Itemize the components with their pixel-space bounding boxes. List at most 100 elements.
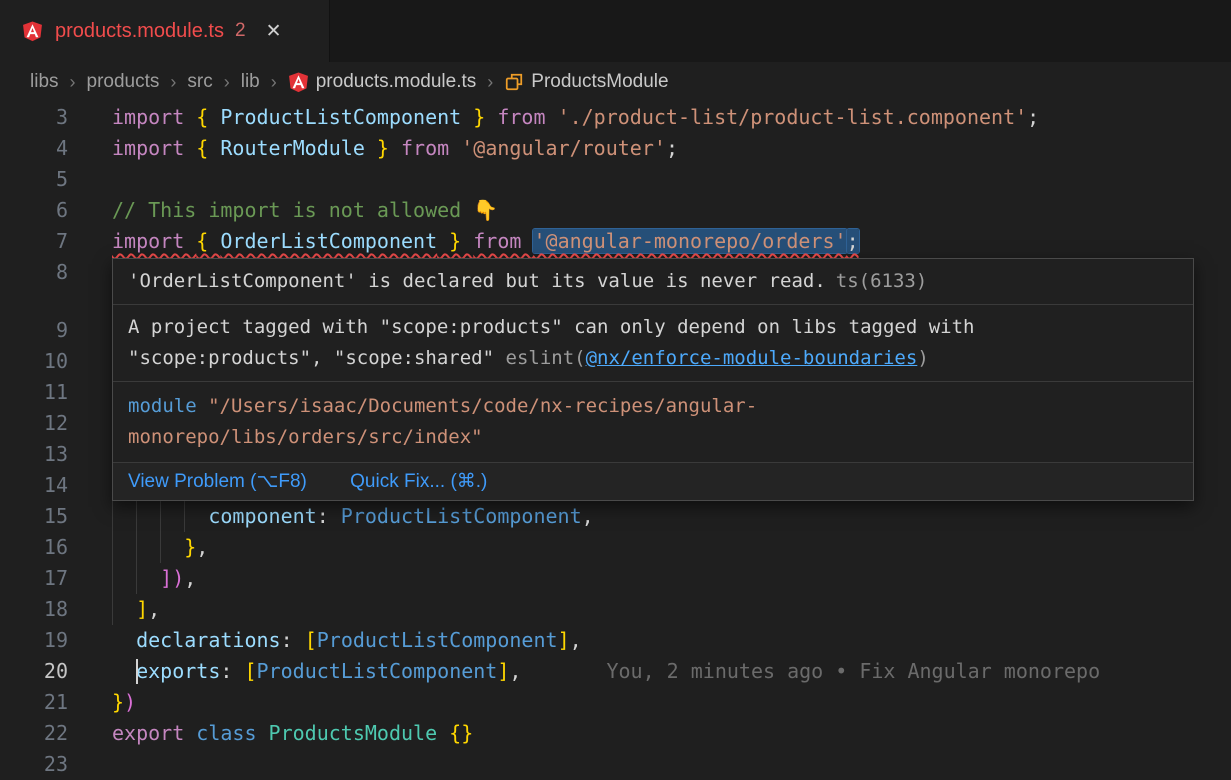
breadcrumb: libs›products›src›lib›products.module.ts… <box>0 62 1231 102</box>
breadcrumb-separator: › <box>170 72 176 93</box>
code-token: declarations <box>136 628 281 652</box>
code-token: , <box>148 597 160 621</box>
angular-icon <box>288 71 309 93</box>
line-number-18: 18 <box>0 594 68 625</box>
indent-guide <box>136 532 137 563</box>
eslint-source-close: ) <box>917 347 928 369</box>
line-number-8: 8 <box>0 257 68 288</box>
code-token: : <box>317 504 341 528</box>
code-token: ProductListComponent <box>341 504 582 528</box>
line-number-5: 5 <box>0 164 68 195</box>
code-token: import <box>112 229 196 253</box>
line-number-16: 16 <box>0 532 68 563</box>
eslint-rule-link[interactable]: @nx/enforce-module-boundaries <box>586 347 918 369</box>
quick-fix-link[interactable]: Quick Fix... (⌘.) <box>350 471 487 492</box>
tab-products-module[interactable]: products.module.ts 2 ✕ <box>0 0 330 62</box>
view-problem-link[interactable]: View Problem (⌥F8) <box>128 471 307 492</box>
code-token: class <box>196 721 268 745</box>
code-token <box>112 597 136 621</box>
code-token: from <box>497 105 557 129</box>
code-line-3[interactable]: 3import { ProductListComponent } from '.… <box>0 102 1231 133</box>
code-line-23[interactable]: 23 <box>0 749 1231 780</box>
breadcrumb-item-libs[interactable]: libs <box>30 71 59 93</box>
line-21-content: }) <box>112 687 1231 718</box>
line-23-content <box>112 749 1231 780</box>
code-line-22[interactable]: 22export class ProductsModule {} <box>0 718 1231 749</box>
indent-guide <box>136 563 137 594</box>
code-token <box>112 659 136 683</box>
breadcrumb-separator: › <box>224 72 230 93</box>
line-number-10: 10 <box>0 346 68 377</box>
code-token: , <box>184 566 196 590</box>
breadcrumb-separator: › <box>487 72 493 93</box>
code-token <box>112 628 136 652</box>
code-token: } <box>437 229 473 253</box>
line-15-content: component: ProductListComponent, <box>112 501 1231 532</box>
code-token: } <box>365 136 401 160</box>
ts-diagnostic-row: 'OrderListComponent' is declared but its… <box>113 259 1193 304</box>
code-line-19[interactable]: 19 declarations: [ProductListComponent], <box>0 625 1231 656</box>
code-line-4[interactable]: 4import { RouterModule } from '@angular/… <box>0 133 1231 164</box>
line-number-22: 22 <box>0 718 68 749</box>
code-token: ProductListComponent <box>220 105 461 129</box>
indent-guide <box>112 594 113 625</box>
code-token: } <box>112 690 124 714</box>
tab-problem-count-badge: 2 <box>235 20 246 42</box>
ts-diagnostic-code: ts(6133) <box>836 270 928 292</box>
code-line-5[interactable]: 5 <box>0 164 1231 195</box>
code-token: ] <box>136 597 148 621</box>
code-token: [ <box>305 628 317 652</box>
editor-tab-bar: products.module.ts 2 ✕ <box>0 0 1231 62</box>
tab-filename: products.module.ts <box>55 20 224 43</box>
code-line-21[interactable]: 21}) <box>0 687 1231 718</box>
code-token: } <box>184 535 196 559</box>
code-token: ProductsModule <box>269 721 450 745</box>
code-line-6[interactable]: 6// This import is not allowed 👇 <box>0 195 1231 226</box>
close-icon[interactable]: ✕ <box>266 20 282 43</box>
code-token: , <box>196 535 208 559</box>
code-token: RouterModule <box>220 136 365 160</box>
line-17-content: ]), <box>112 563 1231 594</box>
code-token: { <box>196 136 220 160</box>
breadcrumb-item-src[interactable]: src <box>187 71 212 93</box>
code-token <box>112 535 184 559</box>
code-token: './product-list/product-list.component' <box>558 105 1028 129</box>
line-number-12: 12 <box>0 408 68 439</box>
line-number-17: 17 <box>0 563 68 594</box>
code-line-16[interactable]: 16 }, <box>0 532 1231 563</box>
code-token: ]) <box>160 566 184 590</box>
vscode-window: products.module.ts 2 ✕ libs › products › src… <box>0 0 1231 780</box>
code-token: [ <box>244 659 256 683</box>
eslint-source-open: eslint( <box>506 347 586 369</box>
indent-guide <box>160 501 161 532</box>
code-line-18[interactable]: 18 ], <box>0 594 1231 625</box>
module-keyword: module <box>128 395 197 417</box>
line-number-19: 19 <box>0 625 68 656</box>
code-token: exports <box>136 659 220 683</box>
breadcrumb-item-products-module-ts[interactable]: products.module.ts <box>288 71 477 93</box>
breadcrumb-item-lib[interactable]: lib <box>241 71 260 93</box>
indent-guide <box>112 532 113 563</box>
code-line-7[interactable]: 7import { OrderListComponent } from '@an… <box>0 226 1231 257</box>
code-line-17[interactable]: 17 ]), <box>0 563 1231 594</box>
line-number-3: 3 <box>0 102 68 133</box>
git-blame-annotation: You, 2 minutes ago • Fix Angular monorep… <box>606 659 1100 683</box>
breadcrumb-item-productsmodule[interactable]: ProductsModule <box>504 71 668 93</box>
line-number-20: 20 <box>0 656 68 687</box>
indent-guide <box>112 563 113 594</box>
code-token: ProductListComponent <box>257 659 498 683</box>
code-token: ] <box>497 659 509 683</box>
ts-diagnostic-message: 'OrderListComponent' is declared but its… <box>128 270 826 292</box>
line-number-21: 21 <box>0 687 68 718</box>
code-token: { <box>196 105 220 129</box>
code-token: OrderListComponent <box>220 229 437 253</box>
code-token: '@angular/router' <box>461 136 666 160</box>
code-token: // This import is not allowed 👇 <box>112 198 498 222</box>
code-token: import <box>112 105 196 129</box>
code-line-20[interactable]: 20 exports: [ProductListComponent],You, … <box>0 656 1231 687</box>
line-number-11: 11 <box>0 377 68 408</box>
breadcrumb-item-products[interactable]: products <box>87 71 160 93</box>
code-line-15[interactable]: 15 component: ProductListComponent, <box>0 501 1231 532</box>
line-number-9: 9 <box>0 315 68 346</box>
code-token: : <box>281 628 305 652</box>
